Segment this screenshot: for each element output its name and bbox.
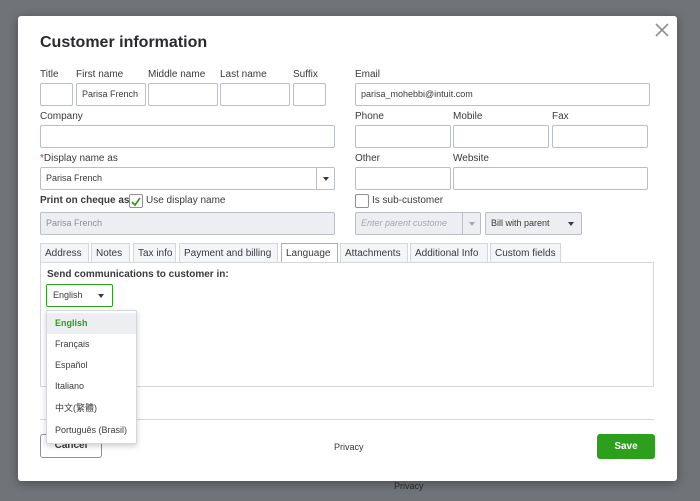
display-name-label: *Display name as xyxy=(40,153,118,164)
company-label: Company xyxy=(40,111,83,122)
background-privacy-link[interactable]: Privacy xyxy=(394,481,424,491)
tab-payment-and-billing[interactable]: Payment and billing xyxy=(179,243,278,263)
display-name-value: Parisa French xyxy=(46,173,103,183)
caret-down-icon xyxy=(469,222,475,226)
tab-address[interactable]: Address xyxy=(40,243,89,263)
mobile-field[interactable] xyxy=(453,125,549,148)
language-selected-value: English xyxy=(53,290,83,300)
language-select[interactable]: English xyxy=(46,284,113,307)
print-on-cheque-label: Print on cheque as xyxy=(40,195,130,206)
caret-down-icon xyxy=(568,222,574,226)
print-on-cheque-field: Parisa French xyxy=(40,212,335,235)
display-name-dropdown-toggle[interactable] xyxy=(316,168,334,189)
tab-attachments[interactable]: Attachments xyxy=(340,243,408,263)
suffix-label: Suffix xyxy=(293,69,318,80)
website-label: Website xyxy=(453,153,489,164)
caret-down-icon xyxy=(323,177,329,181)
tab-notes[interactable]: Notes xyxy=(91,243,130,263)
email-field[interactable]: parisa_mohebbi@intuit.com xyxy=(355,83,650,106)
last-name-field[interactable] xyxy=(220,83,290,106)
website-field[interactable] xyxy=(453,167,648,190)
display-name-select[interactable]: Parisa French xyxy=(40,167,335,190)
use-display-name-checkbox[interactable] xyxy=(129,194,143,208)
other-label: Other xyxy=(355,153,381,164)
privacy-link[interactable]: Privacy xyxy=(334,442,364,452)
first-name-field[interactable]: Parisa French xyxy=(76,83,146,106)
bill-with-parent-select: Bill with parent xyxy=(485,212,582,235)
save-button[interactable]: Save xyxy=(597,434,655,459)
language-option-espanol[interactable]: Español xyxy=(47,355,136,376)
first-name-label: First name xyxy=(76,69,124,80)
language-option-english[interactable]: English xyxy=(47,313,136,334)
mobile-label: Mobile xyxy=(453,111,483,122)
parent-customer-placeholder: Enter parent custome xyxy=(361,218,448,228)
tab-custom-fields[interactable]: Custom fields xyxy=(490,243,561,263)
dialog-title: Customer information xyxy=(40,34,208,51)
checkmark-icon xyxy=(131,197,141,207)
title-label: Title xyxy=(40,69,59,80)
use-display-name-label: Use display name xyxy=(146,195,226,206)
parent-customer-select: Enter parent custome xyxy=(355,212,481,235)
fax-field[interactable] xyxy=(552,125,648,148)
close-icon[interactable] xyxy=(654,22,670,38)
language-option-chinese-traditional[interactable]: 中文(繁體) xyxy=(47,398,136,419)
language-option-portugues-brasil[interactable]: Português (Brasil) xyxy=(47,420,136,441)
language-option-francais[interactable]: Français xyxy=(47,334,136,355)
middle-name-label: Middle name xyxy=(148,69,206,80)
send-communications-label: Send communications to customer in: xyxy=(47,269,229,280)
phone-label: Phone xyxy=(355,111,384,122)
last-name-label: Last name xyxy=(220,69,267,80)
language-dropdown-menu: English Français Español Italiano 中文(繁體)… xyxy=(46,310,137,444)
other-field[interactable] xyxy=(355,167,451,190)
customer-information-dialog: Customer information Title First name Pa… xyxy=(18,16,677,481)
tab-additional-info[interactable]: Additional Info xyxy=(410,243,488,263)
middle-name-field[interactable] xyxy=(148,83,218,106)
phone-field[interactable] xyxy=(355,125,451,148)
email-label: Email xyxy=(355,69,381,80)
language-option-italiano[interactable]: Italiano xyxy=(47,376,136,397)
company-field[interactable] xyxy=(40,125,335,148)
sub-customer-label: Is sub-customer xyxy=(372,195,444,206)
sub-customer-checkbox[interactable] xyxy=(355,194,369,208)
fax-label: Fax xyxy=(552,111,569,122)
parent-customer-dropdown-toggle xyxy=(462,213,480,234)
display-name-label-text: Display name as xyxy=(43,153,118,164)
caret-down-icon xyxy=(98,294,104,298)
suffix-field[interactable] xyxy=(293,83,326,106)
tab-tax-info[interactable]: Tax info xyxy=(133,243,176,263)
bill-with-parent-value: Bill with parent xyxy=(491,218,550,228)
tab-language[interactable]: Language xyxy=(281,243,338,264)
title-field[interactable] xyxy=(40,83,73,106)
